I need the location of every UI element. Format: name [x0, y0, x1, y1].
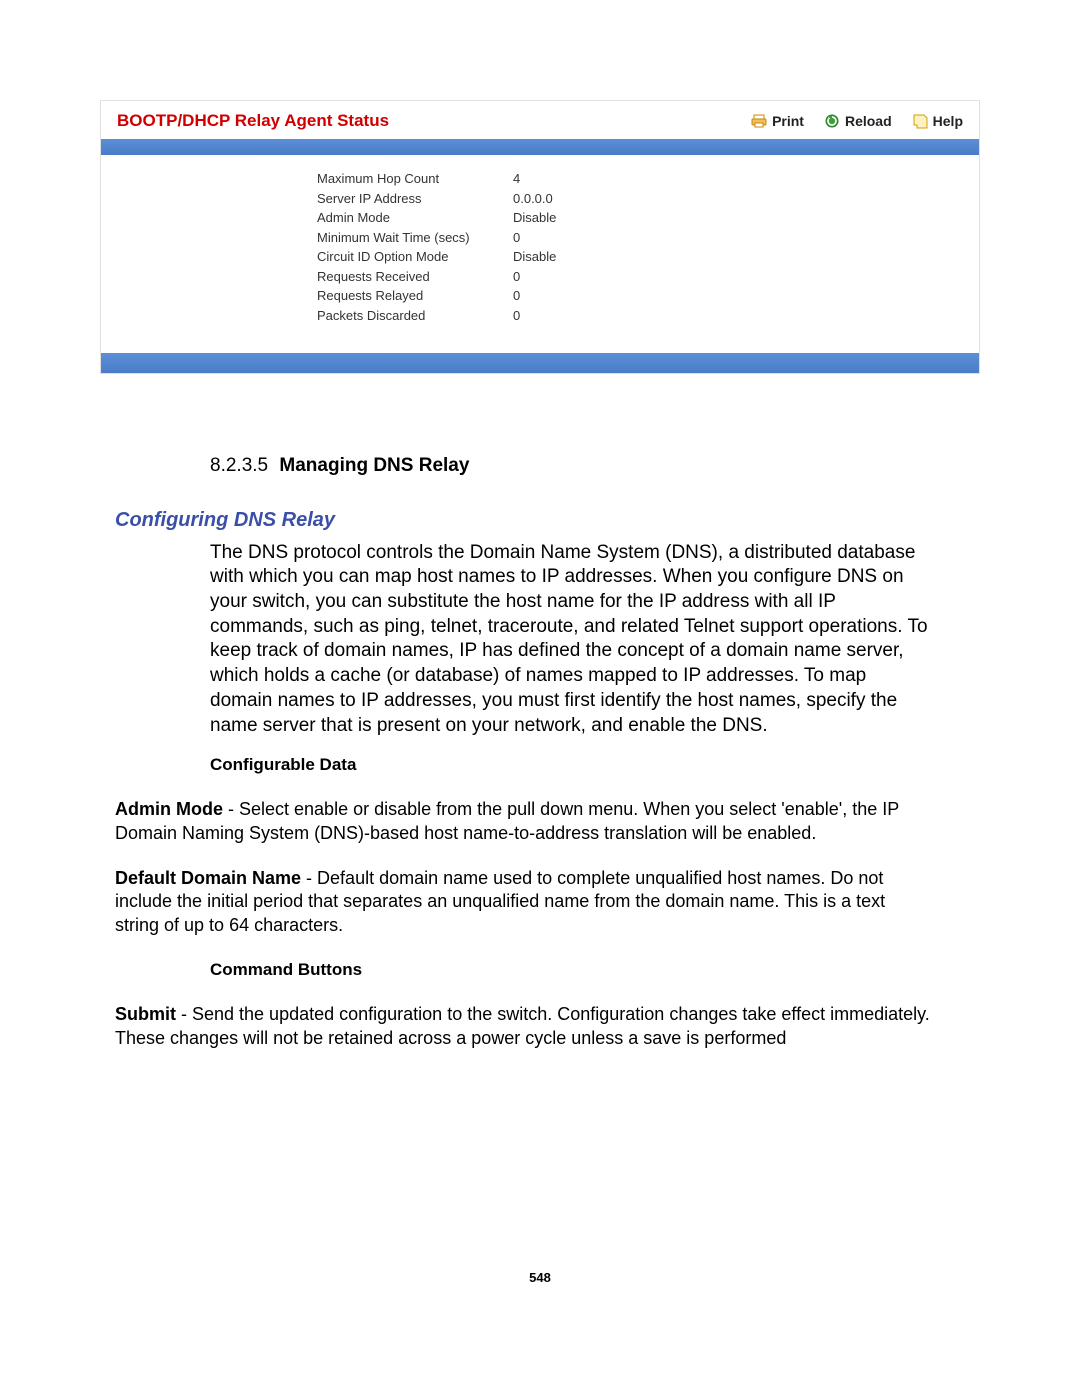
- command-text: - Send the updated configuration to the …: [115, 1004, 930, 1047]
- field-name: Default Domain Name: [115, 868, 301, 888]
- header-bar: [101, 139, 979, 155]
- command-description: Submit - Send the updated configuration …: [115, 1003, 930, 1050]
- reload-label: Reload: [845, 113, 892, 129]
- row-label: Requests Relayed: [317, 286, 497, 306]
- table-row: Packets Discarded 0: [317, 306, 963, 326]
- table-row: Maximum Hop Count 4: [317, 169, 963, 189]
- field-description: Admin Mode - Select enable or disable fr…: [115, 798, 930, 845]
- row-value: 0.0.0.0: [513, 189, 593, 209]
- row-value: 0: [513, 228, 593, 248]
- field-name: Admin Mode: [115, 799, 223, 819]
- row-label: Maximum Hop Count: [317, 169, 497, 189]
- command-name: Submit: [115, 1004, 176, 1024]
- panel-title: BOOTP/DHCP Relay Agent Status: [117, 111, 751, 131]
- field-text: - Select enable or disable from the pull…: [115, 799, 899, 842]
- field-description: Default Domain Name - Default domain nam…: [115, 867, 930, 937]
- reload-icon: [824, 113, 840, 129]
- table-row: Server IP Address 0.0.0.0: [317, 189, 963, 209]
- command-buttons-heading: Command Buttons: [210, 959, 930, 981]
- reload-button[interactable]: Reload: [824, 113, 892, 129]
- row-value: 0: [513, 267, 593, 287]
- help-button[interactable]: Help: [912, 113, 963, 129]
- row-value: Disable: [513, 247, 593, 267]
- help-icon: [912, 113, 928, 129]
- section-title: Managing DNS Relay: [279, 455, 469, 476]
- panel-body: Maximum Hop Count 4 Server IP Address 0.…: [101, 155, 979, 353]
- table-row: Minimum Wait Time (secs) 0: [317, 228, 963, 248]
- help-label: Help: [933, 113, 963, 129]
- print-label: Print: [772, 113, 804, 129]
- panel-actions: Print Reload Help: [751, 113, 963, 129]
- subsection-heading: Configuring DNS Relay: [115, 507, 930, 533]
- row-value: Disable: [513, 208, 593, 228]
- print-button[interactable]: Print: [751, 113, 804, 129]
- doc-body: 8.2.3.5 Managing DNS Relay Configuring D…: [150, 454, 930, 1050]
- table-row: Admin Mode Disable: [317, 208, 963, 228]
- configurable-data-heading: Configurable Data: [210, 754, 930, 776]
- row-label: Minimum Wait Time (secs): [317, 228, 497, 248]
- footer-bar: [101, 353, 979, 373]
- table-row: Circuit ID Option Mode Disable: [317, 247, 963, 267]
- intro-paragraph: The DNS protocol controls the Domain Nam…: [210, 541, 930, 739]
- page-number: 548: [60, 1270, 1020, 1285]
- panel-header: BOOTP/DHCP Relay Agent Status Print: [101, 101, 979, 139]
- status-panel: BOOTP/DHCP Relay Agent Status Print: [100, 100, 980, 374]
- row-label: Admin Mode: [317, 208, 497, 228]
- row-label: Packets Discarded: [317, 306, 497, 326]
- row-label: Server IP Address: [317, 189, 497, 209]
- row-value: 0: [513, 286, 593, 306]
- printer-icon: [751, 113, 767, 129]
- row-label: Requests Received: [317, 267, 497, 287]
- section-heading: 8.2.3.5 Managing DNS Relay: [210, 454, 930, 479]
- row-value: 4: [513, 169, 593, 189]
- row-label: Circuit ID Option Mode: [317, 247, 497, 267]
- table-row: Requests Received 0: [317, 267, 963, 287]
- status-table: Maximum Hop Count 4 Server IP Address 0.…: [117, 169, 963, 325]
- section-number: 8.2.3.5: [210, 455, 268, 476]
- table-row: Requests Relayed 0: [317, 286, 963, 306]
- row-value: 0: [513, 306, 593, 326]
